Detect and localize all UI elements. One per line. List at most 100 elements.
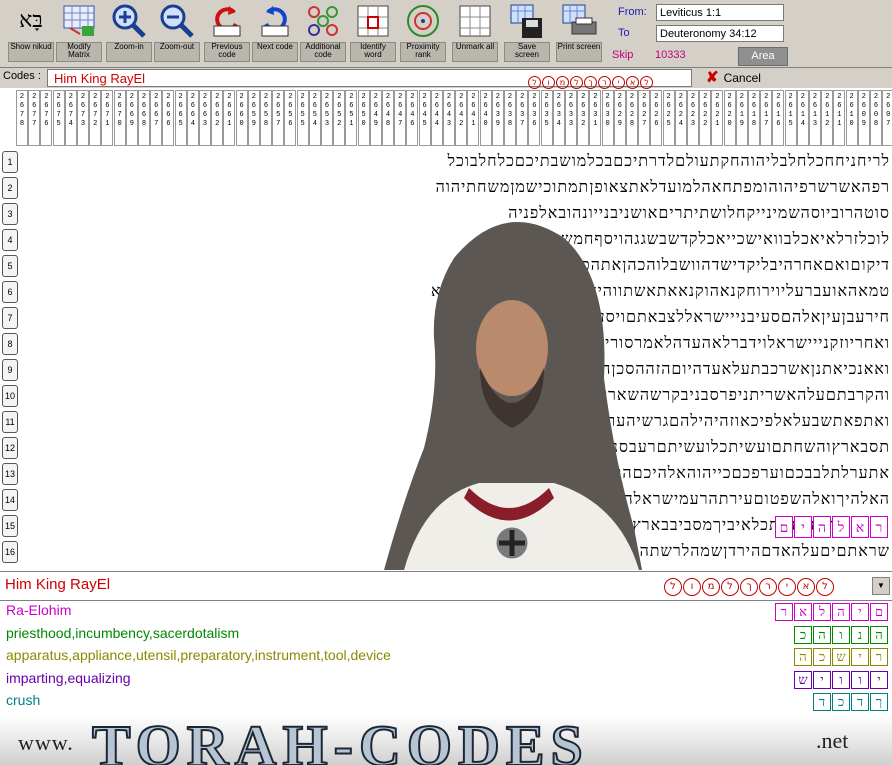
column-number: 2642: [455, 90, 468, 146]
column-number: 2652: [333, 90, 346, 146]
show-nikud-button[interactable]: בָּא Show nikud: [8, 2, 54, 64]
zoom-in-button[interactable]: Zoom-in: [106, 2, 152, 64]
meaning-word: כהונה: [793, 625, 888, 644]
additional-code-button[interactable]: Additional code: [300, 2, 346, 64]
cancel-button[interactable]: ✘ Cancel: [700, 69, 770, 87]
banner-prefix: www.: [18, 730, 74, 755]
column-number: 2666: [162, 90, 175, 146]
column-number: 2649: [369, 90, 382, 146]
hebrew-letter: ו: [683, 578, 701, 596]
meaning-letter: ה: [813, 625, 831, 644]
result-dropdown-icon[interactable]: ▼: [872, 577, 890, 595]
hebrew-letter: א: [797, 578, 815, 596]
column-header: 2678267726762675267426732672267126702669…: [0, 90, 892, 148]
column-number: 2628: [626, 90, 638, 146]
meaning-letter: ם: [870, 603, 888, 621]
result-hebrew-letters: לומלךריאל: [664, 576, 835, 596]
row-number: 10: [2, 385, 18, 407]
meaning-word: דכדך: [812, 693, 888, 711]
modify-matrix-button[interactable]: Modify Matrix: [56, 2, 102, 64]
site-banner: www. TORAH-CODES .net: [0, 714, 892, 765]
meaning-letter: נ: [851, 625, 869, 644]
column-number: 2617: [760, 90, 773, 146]
column-number: 2609: [857, 90, 870, 146]
column-number: 2678: [16, 90, 28, 146]
column-number: 2668: [138, 90, 150, 146]
close-icon: ✘: [706, 69, 719, 86]
row-number: 8: [2, 333, 18, 355]
column-number: 2625: [662, 90, 675, 146]
codes-select[interactable]: Him King RayEl לומלךריאל ▼: [47, 69, 740, 89]
meaning-text: apparatus,appliance,utensil,preparatory,…: [6, 647, 391, 663]
meaning-letter: ה: [870, 625, 888, 644]
toolbar: בָּא Show nikud Modify Matrix Zoom-in Zo…: [0, 0, 892, 68]
column-number: 2607: [882, 90, 892, 146]
column-number: 2677: [28, 90, 41, 146]
column-number: 2624: [674, 90, 687, 146]
row-number: 15: [2, 515, 18, 537]
from-field[interactable]: Leviticus 1:1: [656, 4, 784, 21]
hebrew-letter: ל: [721, 578, 739, 596]
column-number: 2612: [821, 90, 834, 146]
meaning-letter: ש: [832, 648, 850, 666]
identify-word-button[interactable]: Identify word: [350, 2, 396, 64]
row-number: 4: [2, 229, 18, 251]
column-number: 2629: [613, 90, 626, 146]
meaning-letter: א: [794, 603, 812, 621]
meaning-word: שיווי: [793, 670, 888, 689]
column-number: 2674: [64, 90, 77, 146]
column-number: 2675: [52, 90, 65, 146]
banner-logo: TORAH-CODES: [91, 714, 589, 765]
row-number: 13: [2, 463, 18, 485]
from-label: From:: [618, 6, 647, 18]
save-screen-button[interactable]: Save screen: [504, 2, 550, 64]
column-number: 2664: [186, 90, 199, 146]
column-number: 2620: [723, 90, 736, 146]
previous-code-button[interactable]: Previous code: [204, 2, 250, 64]
hebrew-letter: מ: [556, 76, 569, 89]
column-number: 2661: [223, 90, 236, 146]
meaning-word: הכשיר: [793, 648, 888, 666]
zoom-out-button[interactable]: Zoom-out: [154, 2, 200, 64]
unmark-all-button[interactable]: Unmark all: [452, 2, 498, 64]
meaning-letter: כ: [832, 693, 850, 711]
area-button[interactable]: Area: [738, 47, 788, 66]
column-number: 2614: [796, 90, 809, 146]
column-number: 2645: [418, 90, 431, 146]
column-number: 2660: [235, 90, 248, 146]
row-number: 1: [2, 151, 18, 173]
matrix-row[interactable]: לריחניחחכלחלבליהוהחקתעולםלדרתיכםבכלמושבת…: [20, 149, 890, 173]
column-number: 2653: [321, 90, 333, 146]
meaning-text: priesthood,incumbency,sacerdotalism: [6, 624, 240, 641]
hebrew-letter: ל: [816, 578, 834, 596]
meaning-letter: ד: [813, 693, 831, 711]
hebrew-letter: ך: [740, 578, 758, 596]
highlighted-letter: ר: [870, 516, 888, 538]
additional-code-icon: [308, 6, 338, 36]
row-number: 11: [2, 411, 18, 433]
row-number: 14: [2, 489, 18, 511]
column-number: 2671: [101, 90, 114, 146]
row-number: 3: [2, 203, 18, 225]
save-icon: [510, 4, 542, 38]
column-number: 2636: [528, 90, 541, 146]
meaning-word: ראלהים: [774, 603, 888, 621]
column-number: 2665: [174, 90, 187, 146]
range-panel: From: Leviticus 1:1 To Deuteronomy 34:12: [612, 2, 792, 46]
column-number: 2640: [479, 90, 492, 146]
nikud-icon: בָּא: [19, 8, 43, 33]
print-screen-button[interactable]: Print screen: [556, 2, 602, 64]
to-field[interactable]: Deuteronomy 34:12: [656, 25, 784, 42]
next-code-button[interactable]: Next code: [252, 2, 298, 64]
column-number: 2619: [735, 90, 748, 146]
matrix-row[interactable]: רפהאשרשרפיהוהומפתחאהלמועדלאתצאופןתמתוכיש…: [20, 175, 890, 199]
meaning-letter: ש: [794, 670, 812, 689]
matrix-icon: [63, 5, 95, 36]
meaning-letter: ר: [775, 603, 793, 621]
meaning-letter: ו: [832, 670, 850, 689]
print-icon: [562, 4, 597, 35]
hebrew-letter: י: [612, 76, 625, 89]
proximity-rank-button[interactable]: Proximity rank: [400, 2, 446, 64]
column-number: 2630: [601, 90, 614, 146]
column-number: 2611: [833, 90, 846, 146]
